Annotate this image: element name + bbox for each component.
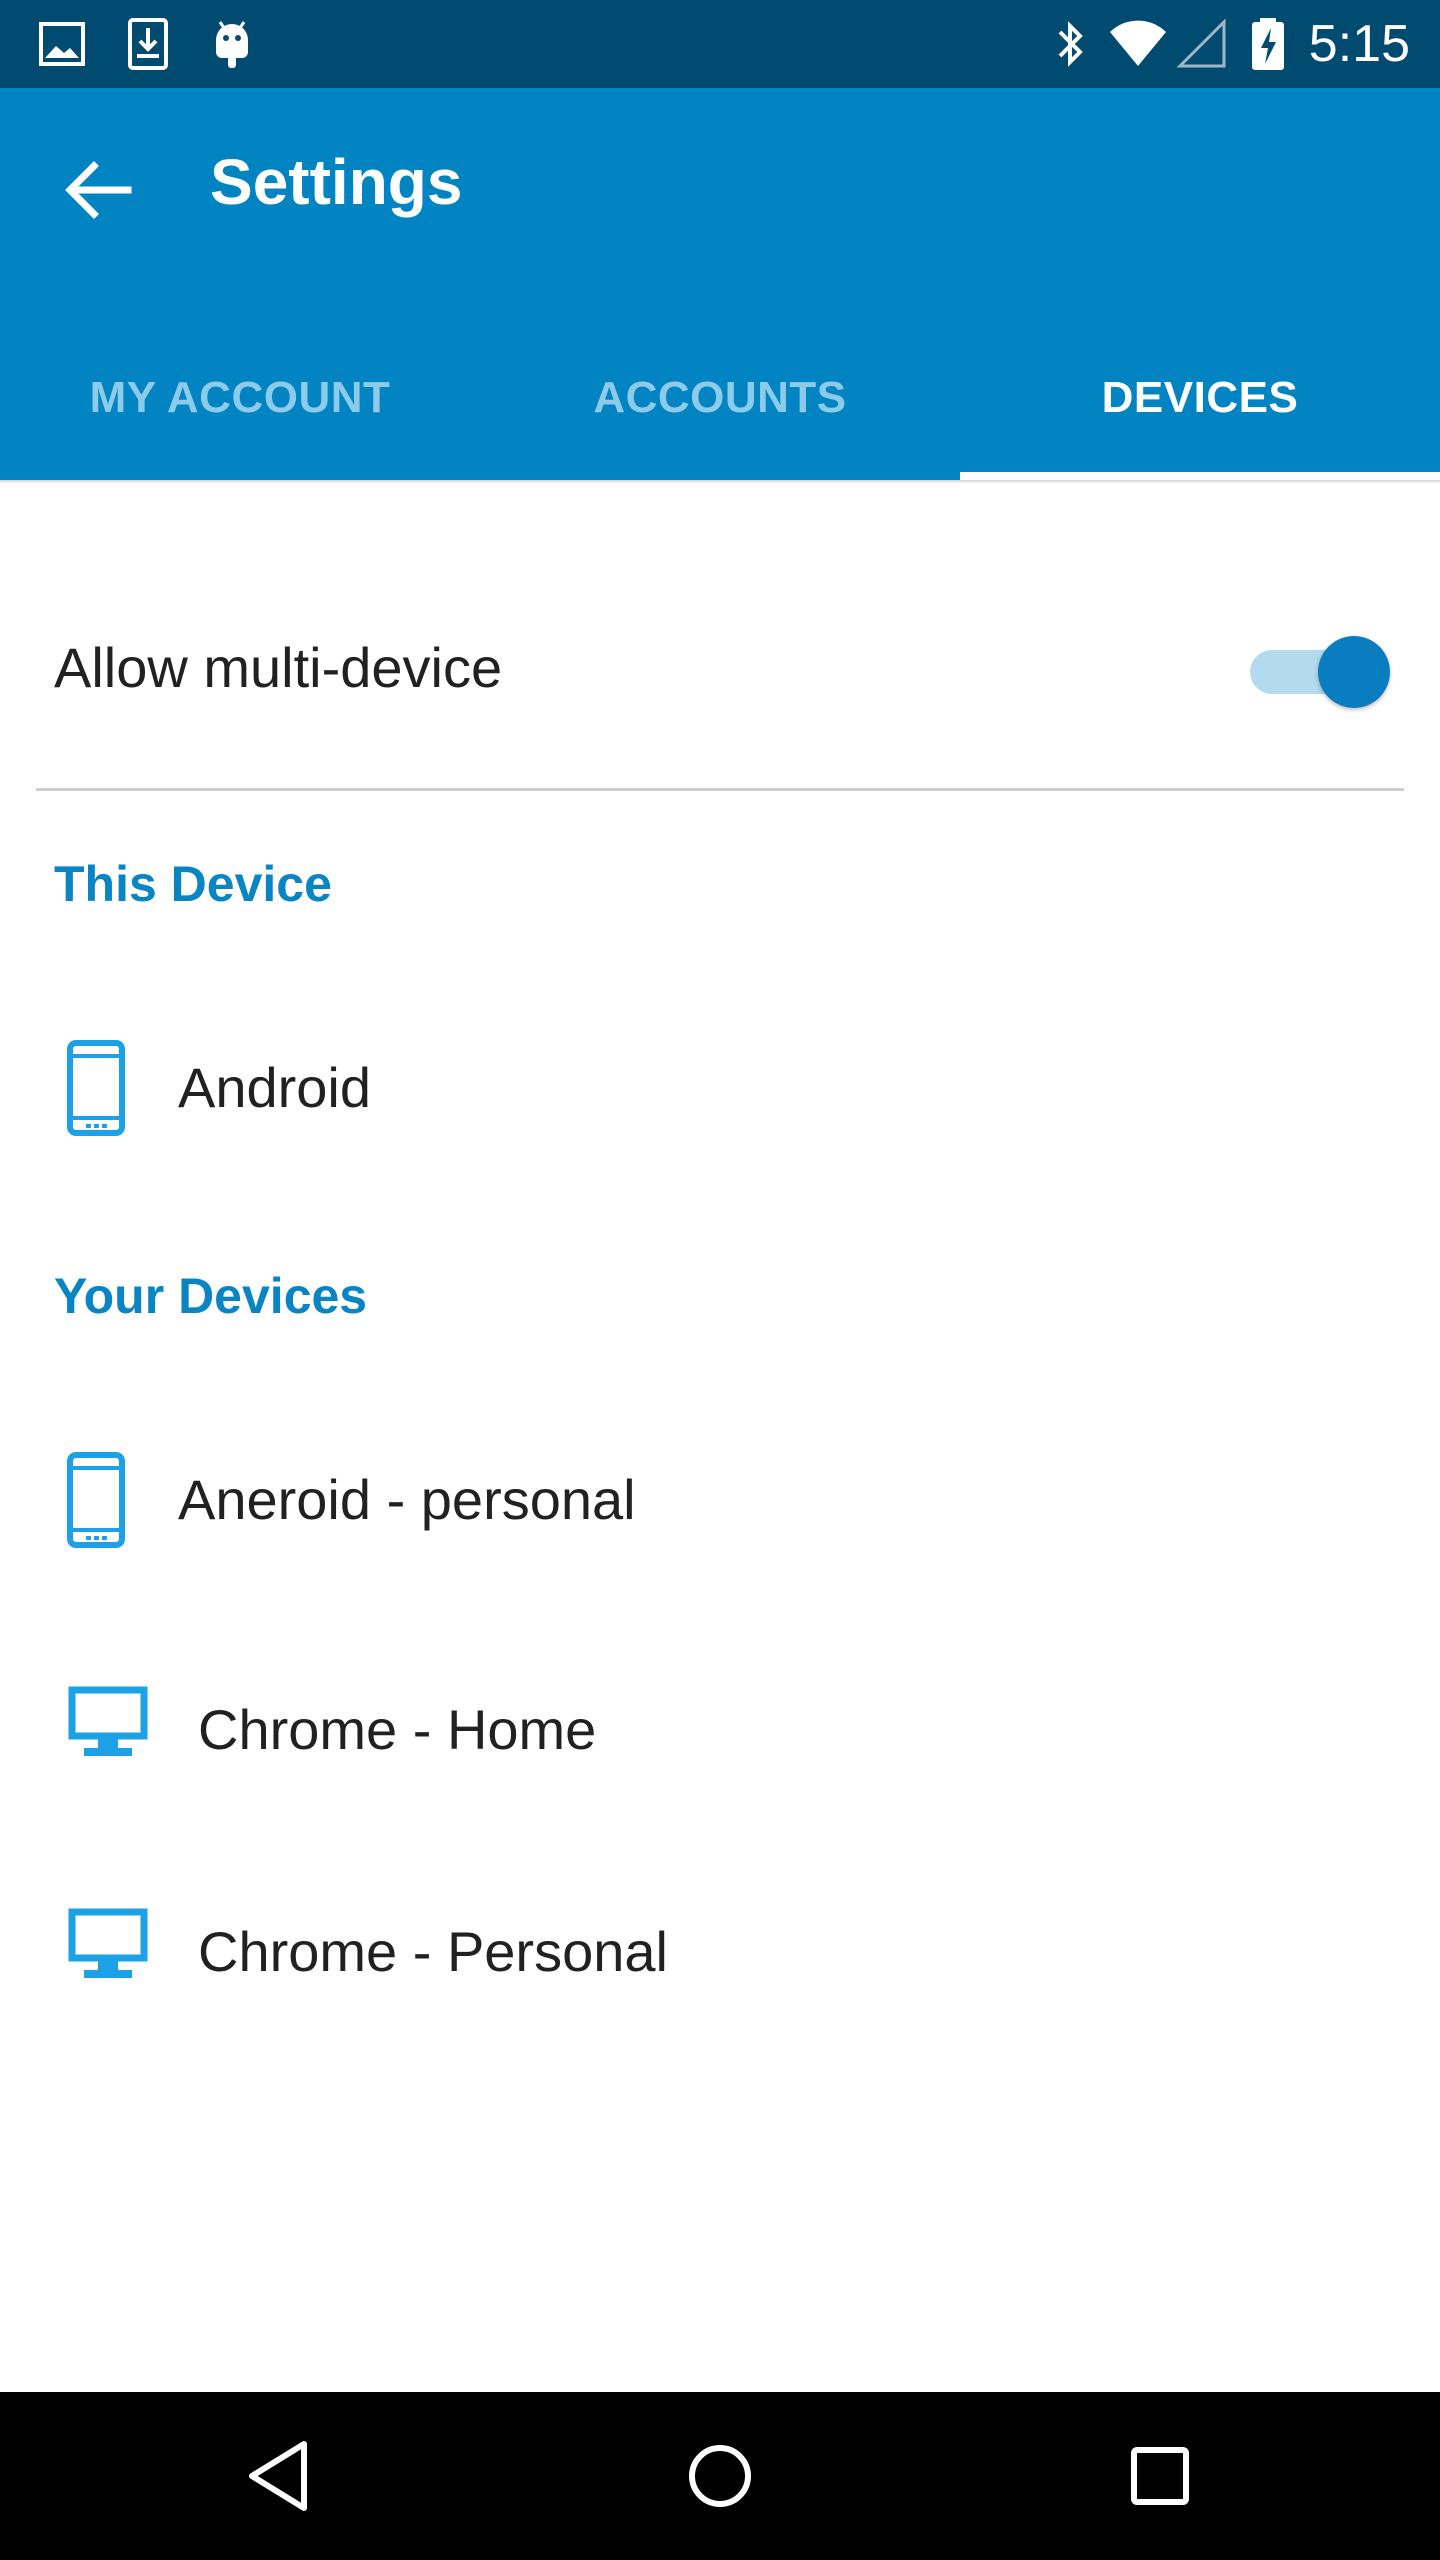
section-header-your-devices: Your Devices [54, 1268, 368, 1324]
status-time: 5:15 [1308, 15, 1410, 73]
section-header-this-device: This Device [54, 856, 332, 912]
bluetooth-icon [1058, 21, 1083, 67]
device-name: Android [178, 1056, 372, 1119]
back-arrow-icon[interactable] [50, 142, 146, 238]
device-name: Chrome - Home [198, 1698, 597, 1761]
multi-device-label: Allow multi-device [54, 636, 503, 699]
wifi-icon [1110, 20, 1166, 67]
device-row-aneroid-personal[interactable]: Aneroid - personal [0, 1420, 1440, 1580]
device-row-chrome-home[interactable]: Chrome - Home [0, 1652, 1440, 1812]
multi-device-row[interactable]: Allow multi-device [0, 600, 1440, 740]
recents-square-icon[interactable] [1110, 2426, 1210, 2526]
device-row-android[interactable]: Android [0, 1008, 1440, 1168]
device-name: Chrome - Personal [198, 1920, 668, 1983]
divider [36, 788, 1404, 791]
app-bar: Settings MY ACCOUNT ACCOUNTS DEVICES [0, 88, 1440, 480]
tab-accounts[interactable]: ACCOUNTS [480, 328, 960, 480]
toggle-thumb [1318, 636, 1390, 708]
download-notification-icon [128, 18, 168, 70]
tab-shadow [0, 480, 1440, 484]
device-row-chrome-personal[interactable]: Chrome - Personal [0, 1874, 1440, 2034]
phone-icon [67, 1452, 125, 1548]
device-name: Aneroid - personal [178, 1468, 636, 1531]
multi-device-toggle[interactable] [1250, 636, 1390, 708]
tab-devices[interactable]: DEVICES [960, 328, 1440, 480]
android-notification-icon [216, 21, 248, 68]
page-title: Settings [210, 146, 463, 218]
navigation-bar [0, 2392, 1440, 2560]
image-notification-icon [39, 22, 85, 66]
battery-charging-icon [1252, 18, 1284, 70]
status-bar: 5:15 [0, 0, 1440, 88]
desktop-icon [68, 1686, 148, 1756]
back-triangle-icon[interactable] [230, 2426, 330, 2526]
tab-my-account[interactable]: MY ACCOUNT [0, 328, 480, 480]
tab-bar: MY ACCOUNT ACCOUNTS DEVICES [0, 328, 1440, 480]
home-circle-icon[interactable] [670, 2426, 770, 2526]
phone-icon [67, 1040, 125, 1136]
desktop-icon [68, 1908, 148, 1978]
cell-signal-icon [1176, 18, 1226, 68]
